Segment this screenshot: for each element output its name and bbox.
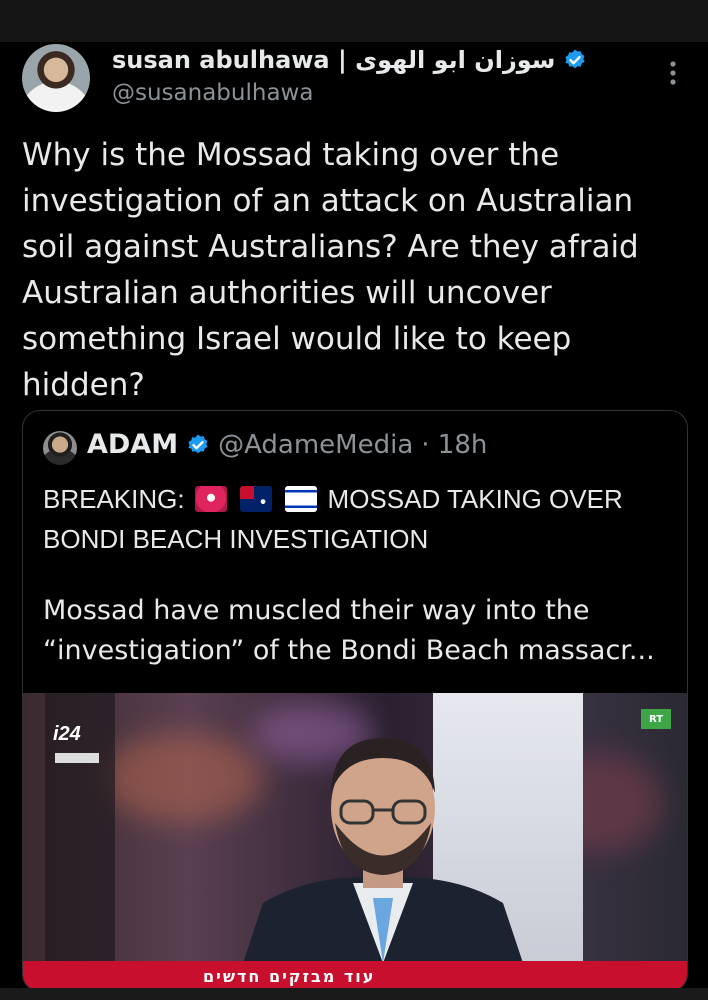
quoted-tweet-header: ADAM @AdameMedia · 18h [87, 429, 487, 460]
presenter-figure [243, 738, 523, 963]
author-display-name[interactable]: susan abulhawa | سوزان ابو الهوى [112, 46, 555, 74]
quoted-tweet-body: Mossad have muscled their way into the “… [43, 595, 655, 666]
quoted-tweet-card[interactable]: ADAM @AdameMedia · 18h BREAKING: MOSSAD … [22, 410, 688, 992]
i24-channel-logo: i24 [53, 723, 81, 745]
top-status-bar [0, 0, 708, 42]
quoted-author-name[interactable]: ADAM [87, 429, 178, 460]
rt-channel-logo: RT [641, 709, 671, 729]
news-ticker: עוד מבזקים חדשים [23, 961, 687, 991]
breaking-label: BREAKING: [43, 484, 185, 514]
israel-flag-emoji [285, 486, 318, 512]
quoted-author-avatar[interactable] [43, 431, 77, 465]
bottom-bar [0, 988, 708, 1000]
quoted-video-thumbnail[interactable]: i24 RT עוד מבזקים חדשים [23, 693, 687, 991]
author-name-row[interactable]: susan abulhawa | سوزان ابو الهوى [112, 46, 587, 74]
tweet-text: Why is the Mossad taking over the invest… [22, 137, 639, 403]
quoted-headline: BREAKING: MOSSAD TAKING OVER BONDI BEACH… [43, 479, 673, 559]
quoted-timestamp[interactable]: · 18h [421, 430, 487, 460]
siren-emoji [194, 486, 227, 512]
australia-flag-emoji [240, 486, 273, 512]
quoted-author-handle[interactable]: @AdameMedia [218, 430, 413, 460]
verified-badge-icon [188, 434, 208, 453]
author-avatar[interactable] [22, 44, 90, 112]
verified-badge-icon [565, 49, 585, 69]
more-vertical-icon[interactable] [660, 58, 686, 88]
author-handle[interactable]: @susanabulhawa [112, 80, 313, 106]
i24-logo-subbar [55, 753, 99, 763]
